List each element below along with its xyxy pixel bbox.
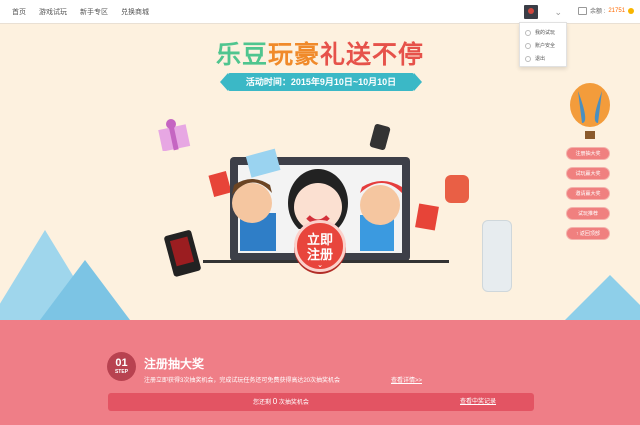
mountain-right-illustration <box>565 275 640 320</box>
remaining-draws: 您还剩 0 次抽奖机会 <box>253 393 309 412</box>
step-label: STEP <box>114 369 129 375</box>
cta-line-2: 注册 <box>306 247 333 262</box>
chevron-down-icon: ⌄ <box>554 6 562 17</box>
nav-game-trial[interactable]: 游戏试玩 <box>39 7 67 17</box>
side-link-register-draw[interactable]: 注册抽大奖 <box>566 147 610 160</box>
register-now-button[interactable]: 立即 注册 ⌄ <box>294 220 346 272</box>
step-number: 01 <box>115 357 128 369</box>
menu-item-account-security[interactable]: 账户安全 <box>520 39 566 52</box>
mountain-left-illustration-2 <box>40 260 130 320</box>
avatar <box>524 5 538 19</box>
menu-item-label: 退出 <box>535 56 546 62</box>
side-floating-menu: 注册抽大奖 试玩赢大奖 邀请赢大奖 试玩推荐 ↑ 返回顶部 <box>566 147 610 247</box>
hero-banner: 乐豆玩豪礼送不停 活动时间：2015年9月10日~10月10日 立即 注册 ⌄ … <box>0 25 640 320</box>
view-details-link[interactable]: 查看详情>> <box>391 375 422 384</box>
wallet-amount: 21751 <box>608 7 626 14</box>
step-badge: 01 STEP <box>107 352 136 381</box>
shield-icon <box>525 42 531 49</box>
star-icon <box>525 29 531 36</box>
wallet-balance: 余额 : 21751 <box>578 6 635 15</box>
title-part-3: 礼送不停 <box>320 41 425 69</box>
coin-icon <box>628 7 635 14</box>
router-illustration <box>482 220 512 292</box>
hot-air-balloon-illustration <box>570 83 610 139</box>
user-dropdown: 我的试玩 账户安全 退出 <box>519 22 567 67</box>
chevron-down-icon: ⌄ <box>317 262 323 269</box>
power-icon <box>525 55 531 62</box>
nav-home[interactable]: 首页 <box>12 7 26 17</box>
title-part-1: 乐豆 <box>215 41 268 69</box>
user-menu-toggle[interactable]: ⌄ <box>519 2 567 22</box>
nav-newbie-zone[interactable]: 新手专区 <box>80 7 108 17</box>
gift-box-illustration <box>158 119 191 151</box>
side-link-back-to-top[interactable]: ↑ 返回顶部 <box>566 227 610 240</box>
section-description: 注册立即获得3次抽奖机会，完成试玩任务还可免费获得高达20次抽奖机会 <box>144 378 341 384</box>
menu-item-label: 我的试玩 <box>535 30 556 36</box>
section-title: 注册抽大奖 <box>144 357 205 371</box>
wallet-label: 余额 : <box>590 9 606 15</box>
cta-line-1: 立即 <box>306 232 333 247</box>
side-link-trial-win[interactable]: 试玩赢大奖 <box>566 167 610 180</box>
top-nav-bar: 首页 游戏试玩 新手专区 兑换商城 ⌄ 余额 : 21751 <box>0 0 640 24</box>
remaining-prefix: 您还剩 <box>253 400 272 406</box>
nav-exchange-mall[interactable]: 兑换商城 <box>121 7 149 17</box>
menu-item-label: 账户安全 <box>535 43 556 49</box>
tablet-device-illustration <box>164 230 201 277</box>
register-draw-section: 01 STEP 注册抽大奖 注册立即获得3次抽奖机会，完成试玩任务还可免费获得高… <box>0 320 640 425</box>
view-winning-records-link[interactable]: 查看中奖记录 <box>460 393 496 411</box>
remaining-suffix: 次抽奖机会 <box>278 400 309 406</box>
menu-item-my-trials[interactable]: 我的试玩 <box>520 26 566 39</box>
wallet-icon <box>578 6 587 15</box>
menu-item-logout[interactable]: 退出 <box>520 52 566 65</box>
event-date: 活动时间：2015年9月10日~10月10日 <box>220 73 422 91</box>
side-link-invite-win[interactable]: 邀请赢大奖 <box>566 187 610 200</box>
smartwatch-illustration <box>445 175 469 203</box>
title-part-2: 玩豪 <box>267 41 320 69</box>
main-nav: 首页 游戏试玩 新手专区 兑换商城 <box>12 0 149 24</box>
side-link-trial-recommend[interactable]: 试玩推荐 <box>566 207 610 220</box>
remaining-count: 0 <box>272 397 278 406</box>
draw-status-bar: 您还剩 0 次抽奖机会 查看中奖记录 <box>108 393 534 411</box>
